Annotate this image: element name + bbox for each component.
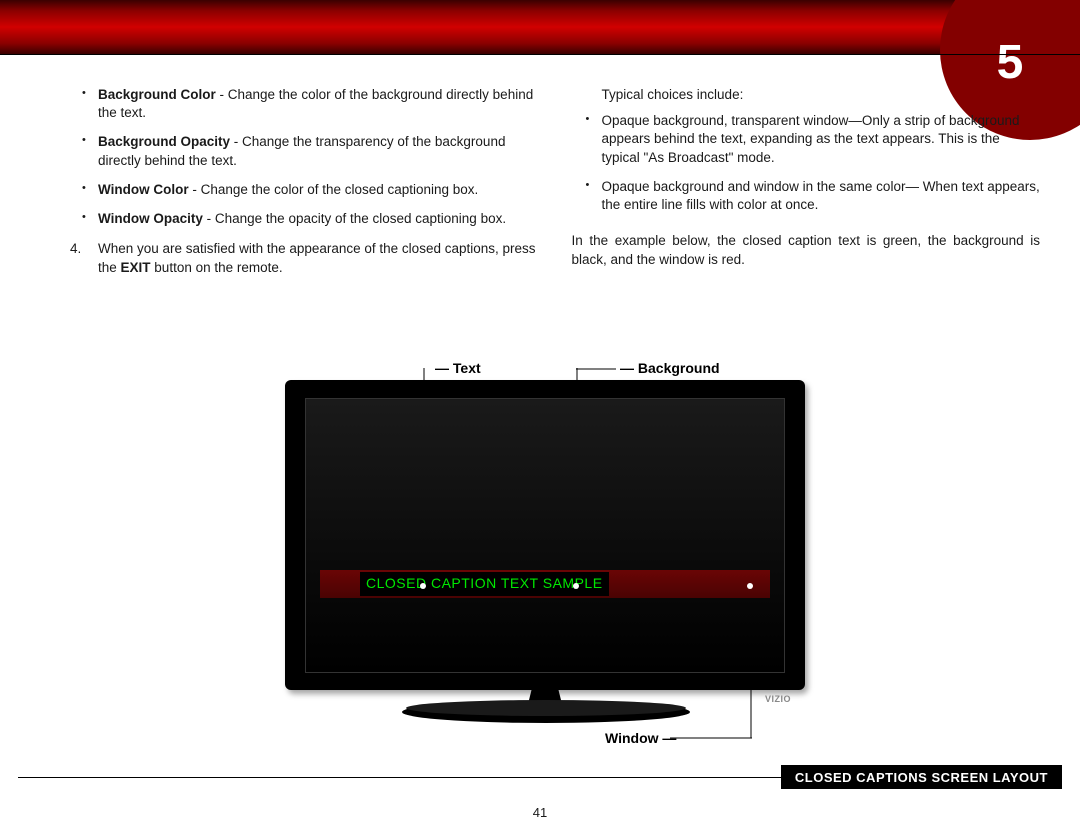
page-number: 41: [0, 805, 1080, 820]
tv-logo: VIZIO: [765, 694, 791, 704]
leader-dot-text: [420, 583, 426, 589]
cc-window: CLOSED CAPTION TEXT SAMPLE: [320, 570, 770, 598]
label-window: Window —: [605, 730, 676, 746]
typical-intro: Typical choices include:: [602, 86, 1041, 104]
bullet-bg-opacity: Background Opacity - Change the transpar…: [98, 133, 537, 169]
header-band: [0, 0, 1080, 54]
bullet-window-opacity: Window Opacity - Change the opacity of t…: [98, 210, 537, 228]
typical-bullet-2: Opaque background and window in the same…: [602, 178, 1041, 214]
example-outro: In the example below, the closed caption…: [572, 232, 1041, 268]
right-column: Typical choices include: Opaque backgrou…: [572, 86, 1041, 277]
label-text: — Text: [435, 360, 481, 376]
figure-title: CLOSED CAPTIONS SCREEN LAYOUT: [781, 765, 1062, 789]
cc-diagram: — Text — Background Window — VIZIO CLOSE…: [0, 360, 1080, 790]
leader-dot-background: [573, 583, 579, 589]
header-rule: [0, 54, 1080, 55]
cc-background: CLOSED CAPTION TEXT SAMPLE: [360, 572, 609, 596]
typical-bullet-1: Opaque background, transparent window—On…: [602, 112, 1041, 167]
tv-stand-base: [402, 700, 690, 724]
tv-frame: VIZIO: [285, 380, 805, 690]
bullet-window-color: Window Color - Change the color of the c…: [98, 181, 537, 199]
cc-text: CLOSED CAPTION TEXT SAMPLE: [366, 575, 603, 591]
label-background: — Background: [620, 360, 720, 376]
step-4: When you are satisfied with the appearan…: [98, 240, 537, 276]
leader-dot-window: [747, 583, 753, 589]
bullet-bg-color: Background Color - Change the color of t…: [98, 86, 537, 122]
tv-screen: [305, 398, 785, 673]
chapter-number: 5: [997, 35, 1024, 90]
left-column: Background Color - Change the color of t…: [68, 86, 537, 277]
